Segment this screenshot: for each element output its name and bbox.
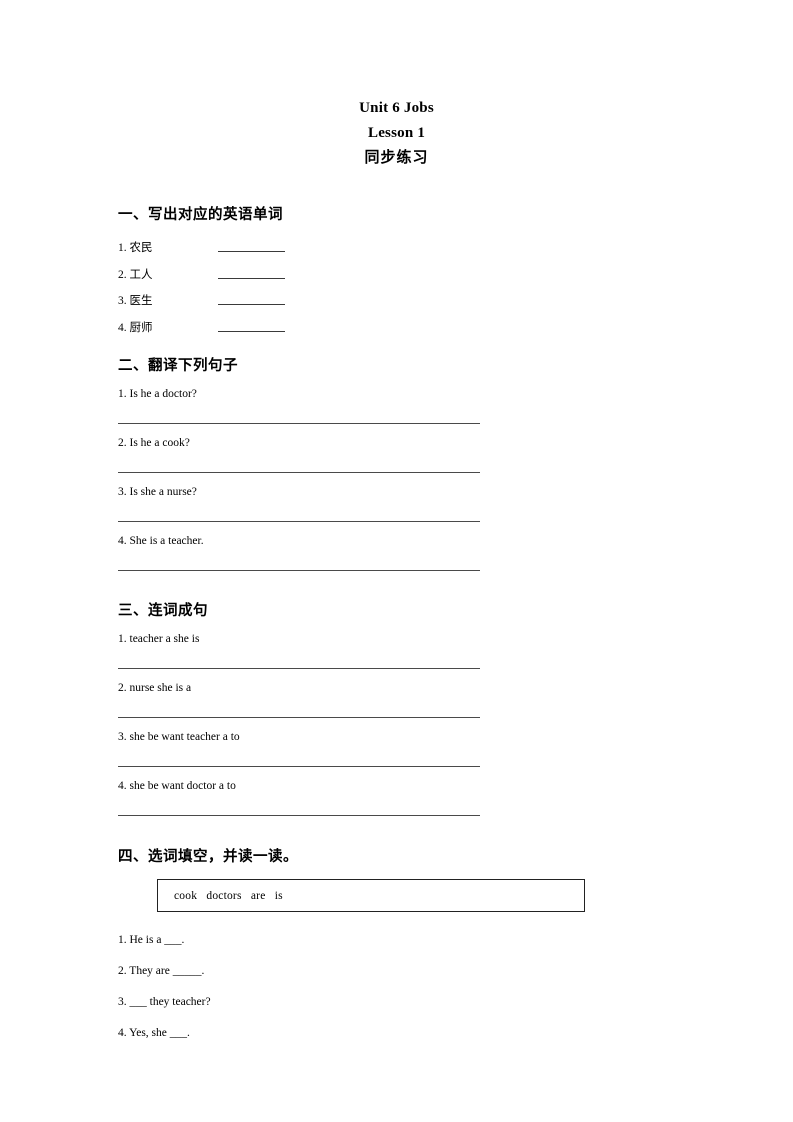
fill-in-blank-item[interactable]: 3. ___ they teacher?: [118, 987, 678, 1018]
translation-item: 4. She is a teacher.: [118, 533, 678, 571]
word-order-prompt: 2. nurse she is a: [118, 682, 192, 694]
word-order-item: 4. she be want doctor a to: [118, 778, 678, 816]
vocabulary-answer-blank[interactable]: [218, 251, 285, 252]
section-heading-1: 一、写出对应的英语单词: [118, 207, 283, 223]
vocabulary-number: 2.: [118, 268, 127, 281]
word-order-prompt: 1. teacher a she is: [118, 633, 200, 645]
word-order-answer-line[interactable]: [118, 766, 480, 767]
translation-item: 3. Is she a nurse?: [118, 484, 678, 522]
worksheet-page: Unit 6 Jobs Lesson 1 同步练习 一、写出对应的英语单词 1.…: [0, 0, 793, 1122]
word-bank-box: cook doctors are is: [157, 879, 585, 912]
section-heading-2: 二、翻译下列句子: [118, 358, 238, 374]
title-line-lesson: Lesson 1: [367, 124, 426, 141]
vocabulary-row: 4. 厨师: [118, 314, 678, 341]
vocabulary-word: 工人: [129, 266, 153, 281]
translation-answer-line[interactable]: [118, 570, 480, 571]
word-order-list: 1. teacher a she is 2. nurse she is a 3.…: [118, 631, 678, 816]
vocabulary-label: 1. 农民: [118, 234, 153, 262]
section-translation: 二、翻译下列句子 1. Is he a doctor? 2. Is he a c…: [118, 356, 678, 571]
section-heading-3: 三、连词成句: [118, 603, 208, 619]
vocabulary-word: 厨师: [129, 319, 153, 334]
document-title-block: Unit 6 Jobs Lesson 1 同步练习: [0, 96, 793, 170]
vocabulary-label: 2. 工人: [118, 261, 153, 289]
word-order-item: 2. nurse she is a: [118, 680, 678, 718]
word-order-prompt: 4. she be want doctor a to: [118, 780, 236, 792]
fill-in-blank-item[interactable]: 2. They are _____.: [118, 956, 678, 987]
section-vocabulary: 一、写出对应的英语单词 1. 农民 2. 工人 3. 医生 4. 厨师: [118, 205, 678, 340]
vocabulary-row: 1. 农民: [118, 234, 678, 261]
vocabulary-label: 3. 医生: [118, 287, 153, 315]
vocabulary-word: 医生: [129, 293, 153, 307]
vocabulary-row: 3. 医生: [118, 287, 678, 314]
vocabulary-number: 1.: [118, 242, 127, 254]
fill-in-blank-item[interactable]: 4. Yes, she ___.: [118, 1018, 678, 1049]
word-order-prompt: 3. she be want teacher a to: [118, 731, 240, 743]
word-order-item: 1. teacher a she is: [118, 631, 678, 669]
word-bank-words: cook doctors are is: [174, 889, 283, 902]
fill-in-blank-item[interactable]: 1. He is a ___.: [118, 925, 678, 956]
translation-item: 2. Is he a cook?: [118, 435, 678, 473]
translation-prompt: 3. Is she a nurse?: [118, 486, 197, 498]
vocabulary-answer-blank[interactable]: [218, 330, 285, 332]
vocabulary-answer-blank[interactable]: [218, 304, 285, 305]
translation-prompt: 1. Is he a doctor?: [118, 388, 197, 400]
translation-prompt: 2. Is he a cook?: [118, 437, 190, 449]
word-order-answer-line[interactable]: [118, 717, 480, 718]
title-line-subtitle: 同步练习: [364, 148, 429, 166]
translation-prompt: 4. She is a teacher.: [118, 535, 204, 547]
title-line-unit: Unit 6 Jobs: [359, 100, 434, 116]
vocabulary-number: 4.: [118, 321, 127, 334]
section-word-order: 三、连词成句 1. teacher a she is 2. nurse she …: [118, 601, 678, 816]
translation-answer-line[interactable]: [118, 423, 480, 424]
fill-in-blank-list: 1. He is a ___. 2. They are _____. 3. __…: [118, 925, 678, 1049]
section-heading-4: 四、选词填空，并读一读。: [118, 849, 298, 865]
word-order-answer-line[interactable]: [118, 668, 480, 669]
translation-answer-line[interactable]: [118, 472, 480, 473]
word-order-answer-line[interactable]: [118, 815, 480, 816]
vocabulary-label: 4. 厨师: [118, 314, 153, 342]
section-fill-in-blank: 四、选词填空，并读一读。 cook doctors are is 1. He i…: [118, 847, 678, 1049]
translation-answer-line[interactable]: [118, 521, 480, 522]
vocabulary-answer-blank[interactable]: [218, 277, 285, 279]
translation-item: 1. Is he a doctor?: [118, 386, 678, 424]
vocabulary-row: 2. 工人: [118, 261, 678, 288]
translation-list: 1. Is he a doctor? 2. Is he a cook? 3. I…: [118, 386, 678, 571]
worksheet-content: 一、写出对应的英语单词 1. 农民 2. 工人 3. 医生 4. 厨师 二、翻译…: [118, 205, 678, 1049]
word-order-item: 3. she be want teacher a to: [118, 729, 678, 767]
vocabulary-list: 1. 农民 2. 工人 3. 医生 4. 厨师: [118, 234, 678, 340]
vocabulary-number: 3.: [118, 295, 127, 307]
vocabulary-word: 农民: [129, 240, 153, 254]
